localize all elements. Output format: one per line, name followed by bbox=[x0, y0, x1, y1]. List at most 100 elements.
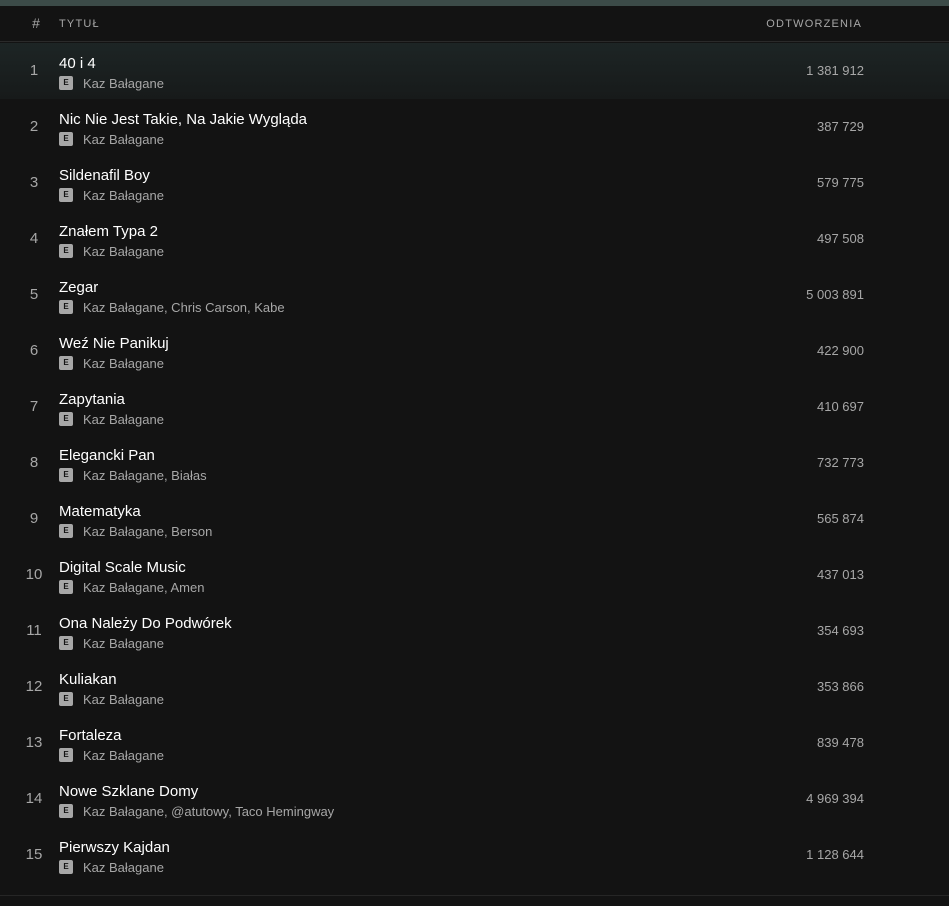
track-row[interactable]: 12 Kuliakan E Kaz Bałagane 353 866 bbox=[0, 659, 949, 715]
track-row[interactable]: 2 Nic Nie Jest Takie, Na Jakie Wygląda E… bbox=[0, 99, 949, 155]
track-plays: 839 478 bbox=[817, 735, 864, 750]
explicit-icon: E bbox=[59, 132, 73, 146]
track-artists[interactable]: Kaz Bałagane, Chris Carson, Kabe bbox=[83, 300, 285, 315]
track-title[interactable]: Ona Należy Do Podwórek bbox=[59, 615, 232, 632]
track-artists[interactable]: Kaz Bałagane, Berson bbox=[83, 524, 212, 539]
track-artists[interactable]: Kaz Bałagane bbox=[83, 692, 164, 707]
track-plays: 732 773 bbox=[817, 455, 864, 470]
track-number: 15 bbox=[25, 846, 43, 863]
track-plays: 437 013 bbox=[817, 567, 864, 582]
track-number: 13 bbox=[25, 734, 43, 751]
track-row[interactable]: 3 Sildenafil Boy E Kaz Bałagane 579 775 bbox=[0, 155, 949, 211]
track-subtitle: E Kaz Bałagane, Białas bbox=[59, 467, 207, 483]
track-title[interactable]: Elegancki Pan bbox=[59, 447, 155, 464]
track-title[interactable]: Weź Nie Panikuj bbox=[59, 335, 169, 352]
track-title[interactable]: Znałem Typa 2 bbox=[59, 223, 158, 240]
track-plays: 353 866 bbox=[817, 679, 864, 694]
track-title[interactable]: Zapytania bbox=[59, 391, 125, 408]
explicit-icon: E bbox=[59, 244, 73, 258]
track-row[interactable]: 9 Matematyka E Kaz Bałagane, Berson 565 … bbox=[0, 491, 949, 547]
track-subtitle: E Kaz Bałagane bbox=[59, 187, 164, 203]
track-row[interactable]: 15 Pierwszy Kajdan E Kaz Bałagane 1 128 … bbox=[0, 827, 949, 883]
track-row[interactable]: 8 Elegancki Pan E Kaz Bałagane, Białas 7… bbox=[0, 435, 949, 491]
track-row[interactable]: 14 Nowe Szklane Domy E Kaz Bałagane, @at… bbox=[0, 771, 949, 827]
track-number: 5 bbox=[29, 286, 39, 303]
track-artists[interactable]: Kaz Bałagane bbox=[83, 244, 164, 259]
track-row[interactable]: 1 40 i 4 E Kaz Bałagane 1 381 912 bbox=[0, 43, 949, 99]
track-title[interactable]: Nowe Szklane Domy bbox=[59, 783, 198, 800]
track-title[interactable]: Sildenafil Boy bbox=[59, 167, 150, 184]
track-plays: 1 128 644 bbox=[806, 847, 864, 862]
track-artists[interactable]: Kaz Bałagane bbox=[83, 132, 164, 147]
explicit-icon: E bbox=[59, 804, 73, 818]
track-artists[interactable]: Kaz Bałagane bbox=[83, 412, 164, 427]
track-subtitle: E Kaz Bałagane, Berson bbox=[59, 523, 212, 539]
track-artists[interactable]: Kaz Bałagane bbox=[83, 188, 164, 203]
explicit-icon: E bbox=[59, 356, 73, 370]
explicit-icon: E bbox=[59, 76, 73, 90]
track-number: 6 bbox=[29, 342, 39, 359]
track-row[interactable]: 5 Zegar E Kaz Bałagane, Chris Carson, Ka… bbox=[0, 267, 949, 323]
track-number: 9 bbox=[29, 510, 39, 527]
column-header-number[interactable]: # bbox=[27, 15, 45, 31]
track-number: 4 bbox=[29, 230, 39, 247]
track-plays: 565 874 bbox=[817, 511, 864, 526]
track-number: 14 bbox=[25, 790, 43, 807]
track-subtitle: E Kaz Bałagane, @atutowy, Taco Hemingway bbox=[59, 803, 334, 819]
track-subtitle: E Kaz Bałagane bbox=[59, 75, 164, 91]
explicit-icon: E bbox=[59, 860, 73, 874]
explicit-icon: E bbox=[59, 692, 73, 706]
track-number: 8 bbox=[29, 454, 39, 471]
tracklist: 1 40 i 4 E Kaz Bałagane 1 381 912 2 Nic … bbox=[0, 43, 949, 883]
track-artists[interactable]: Kaz Bałagane bbox=[83, 356, 164, 371]
track-subtitle: E Kaz Bałagane bbox=[59, 411, 164, 427]
track-artists[interactable]: Kaz Bałagane bbox=[83, 636, 164, 651]
explicit-icon: E bbox=[59, 188, 73, 202]
track-title[interactable]: Zegar bbox=[59, 279, 98, 296]
track-subtitle: E Kaz Bałagane, Chris Carson, Kabe bbox=[59, 299, 285, 315]
track-artists[interactable]: Kaz Bałagane bbox=[83, 748, 164, 763]
column-header-plays[interactable]: ODTWORZENIA bbox=[766, 18, 862, 30]
track-artists[interactable]: Kaz Bałagane, Białas bbox=[83, 468, 207, 483]
track-number: 11 bbox=[26, 622, 42, 639]
track-row[interactable]: 11 Ona Należy Do Podwórek E Kaz Bałagane… bbox=[0, 603, 949, 659]
track-title[interactable]: Fortaleza bbox=[59, 727, 122, 744]
track-plays: 497 508 bbox=[817, 231, 864, 246]
track-title[interactable]: Nic Nie Jest Takie, Na Jakie Wygląda bbox=[59, 111, 307, 128]
track-artists[interactable]: Kaz Bałagane, Amen bbox=[83, 580, 204, 595]
track-row[interactable]: 4 Znałem Typa 2 E Kaz Bałagane 497 508 bbox=[0, 211, 949, 267]
explicit-icon: E bbox=[59, 524, 73, 538]
track-title[interactable]: Matematyka bbox=[59, 503, 141, 520]
track-subtitle: E Kaz Bałagane bbox=[59, 243, 164, 259]
explicit-icon: E bbox=[59, 748, 73, 762]
track-subtitle: E Kaz Bałagane bbox=[59, 355, 164, 371]
track-title[interactable]: Digital Scale Music bbox=[59, 559, 186, 576]
track-number: 10 bbox=[25, 566, 43, 583]
track-subtitle: E Kaz Bałagane bbox=[59, 859, 164, 875]
track-subtitle: E Kaz Bałagane bbox=[59, 747, 164, 763]
track-row[interactable]: 13 Fortaleza E Kaz Bałagane 839 478 bbox=[0, 715, 949, 771]
track-row[interactable]: 7 Zapytania E Kaz Bałagane 410 697 bbox=[0, 379, 949, 435]
track-plays: 387 729 bbox=[817, 119, 864, 134]
track-plays: 579 775 bbox=[817, 175, 864, 190]
track-artists[interactable]: Kaz Bałagane, @atutowy, Taco Hemingway bbox=[83, 804, 334, 819]
track-title[interactable]: Pierwszy Kajdan bbox=[59, 839, 170, 856]
track-plays: 410 697 bbox=[817, 399, 864, 414]
track-title[interactable]: Kuliakan bbox=[59, 671, 117, 688]
track-row[interactable]: 6 Weź Nie Panikuj E Kaz Bałagane 422 900 bbox=[0, 323, 949, 379]
track-number: 12 bbox=[25, 678, 43, 695]
track-subtitle: E Kaz Bałagane bbox=[59, 691, 164, 707]
track-plays: 5 003 891 bbox=[806, 287, 864, 302]
track-number: 3 bbox=[29, 174, 39, 191]
track-artists[interactable]: Kaz Bałagane bbox=[83, 76, 164, 91]
track-subtitle: E Kaz Bałagane, Amen bbox=[59, 579, 204, 595]
track-plays: 422 900 bbox=[817, 343, 864, 358]
explicit-icon: E bbox=[59, 468, 73, 482]
tracklist-header: # TYTUŁ ODTWORZENIA bbox=[0, 6, 949, 42]
track-row[interactable]: 10 Digital Scale Music E Kaz Bałagane, A… bbox=[0, 547, 949, 603]
track-artists[interactable]: Kaz Bałagane bbox=[83, 860, 164, 875]
track-title[interactable]: 40 i 4 bbox=[59, 55, 96, 72]
column-header-title[interactable]: TYTUŁ bbox=[59, 18, 100, 30]
explicit-icon: E bbox=[59, 412, 73, 426]
explicit-icon: E bbox=[59, 636, 73, 650]
